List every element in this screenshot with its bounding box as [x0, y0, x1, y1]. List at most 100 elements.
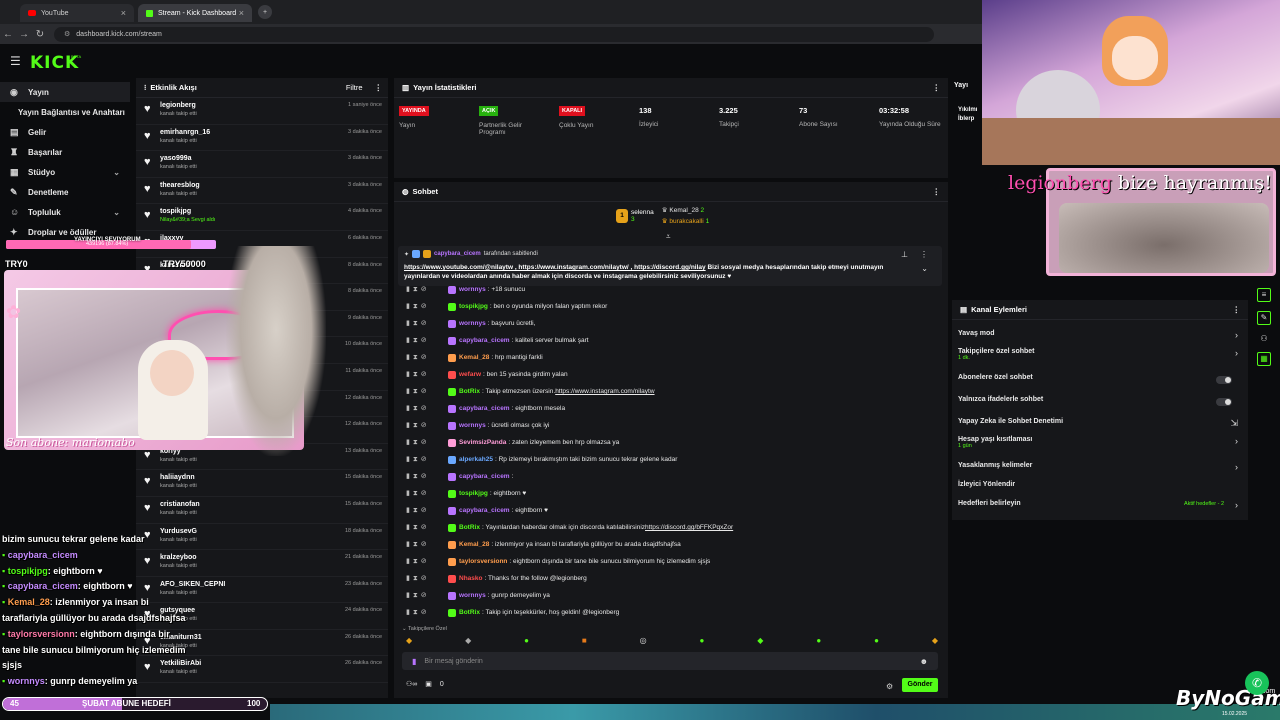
chat-message[interactable]: ▮⧗⊘ BotRix: Takip etmezsen üzersin. https…: [406, 384, 655, 399]
chat-message[interactable]: ▮⧗⊘ wornnys: başvuru ücretli,: [406, 316, 535, 331]
chat-message[interactable]: ▮⧗⊘ wefarw: ben 15 yasinda girdim yalan: [406, 367, 568, 382]
chat-link[interactable]: https://discord.gg/bFFKPqxZor: [645, 524, 733, 531]
pinned-author[interactable]: capybara_cicem: [434, 251, 481, 257]
chat-link[interactable]: https://www.instagram.com/nilaytw: [555, 388, 654, 395]
stats-toggle-icon[interactable]: ≡: [1257, 288, 1271, 302]
chat-username[interactable]: wornnys: [459, 286, 486, 293]
channel-action-item[interactable]: Hesap yaşı kısıtlaması 1 gün: [958, 436, 1032, 449]
emote-icon[interactable]: ◆: [932, 636, 938, 648]
activity-user[interactable]: haliiaydnn: [160, 474, 197, 481]
more-icon[interactable]: ⋮: [375, 83, 383, 92]
chat-bubble-icon[interactable]: ✆: [1245, 671, 1269, 695]
activity-item[interactable]: ♥ cristianofan kanalı takip etti 15 dakika …: [136, 497, 388, 524]
emoji-icon[interactable]: ☻: [920, 657, 928, 666]
channel-action-item[interactable]: Yapay Zeka ile Sohbet Denetimi: [958, 418, 1063, 425]
activity-toggle-icon[interactable]: ▦: [1257, 352, 1271, 366]
chat-username[interactable]: alperkah25: [459, 456, 493, 463]
chat-username[interactable]: wornnys: [459, 422, 486, 429]
activity-user[interactable]: cristianofan: [160, 501, 200, 508]
users-icon[interactable]: ⚇∞: [406, 680, 417, 688]
mod-actions-icon[interactable]: ▮⧗⊘: [406, 302, 448, 311]
chat-username[interactable]: Kemal_28: [459, 541, 489, 548]
channel-action-item[interactable]: Yasaklanmış kelimeler: [958, 462, 1032, 469]
sidebar-item-community[interactable]: ☺ Topluluk ⌄: [0, 202, 130, 222]
sidebar-item-moderation[interactable]: ✎ Denetleme: [0, 182, 130, 202]
emote-icon[interactable]: ●: [524, 636, 529, 648]
activity-user[interactable]: legionberg: [160, 102, 197, 109]
chat-message[interactable]: ▮⧗⊘ Nhasko: Thanks for the follow @legion…: [406, 571, 587, 586]
mod-actions-icon[interactable]: ▮⧗⊘: [406, 370, 448, 379]
toggle-switch[interactable]: [1216, 398, 1232, 406]
activity-user[interactable]: AFO_SIKEN_CEPNI: [160, 581, 225, 588]
activity-item[interactable]: ♥ yaso999a kanalı takip etti 3 dakika önce: [136, 151, 388, 178]
chat-message[interactable]: ▮⧗⊘ capybara_cicem: eightborn ♥: [406, 503, 548, 518]
chat-username[interactable]: wefarw: [459, 371, 481, 378]
menu-icon[interactable]: ☰: [10, 54, 21, 68]
reload-icon[interactable]: ↻: [32, 29, 48, 40]
channel-action-item[interactable]: Abonelere özel sohbet: [958, 374, 1033, 381]
chat-message[interactable]: ▮⧗⊘ tospikjpg: ben o oyunda milyon falan …: [406, 299, 607, 314]
chat-username[interactable]: Nhasko: [459, 575, 482, 582]
emote-icon[interactable]: ◆: [465, 636, 471, 648]
mod-actions-icon[interactable]: ▮⧗⊘: [406, 387, 448, 396]
chat-message[interactable]: ▮⧗⊘ taylorsversionn: eightborn dışında bi…: [406, 554, 710, 569]
back-icon[interactable]: ←: [0, 29, 16, 40]
chat-username[interactable]: wornnys: [459, 592, 486, 599]
sidebar-item-revenue[interactable]: ▤ Gelir: [0, 122, 130, 142]
mod-actions-icon[interactable]: ▮⧗⊘: [406, 404, 448, 413]
emote-icon[interactable]: ◆: [757, 636, 763, 648]
pinned-links[interactable]: https://www.youtube.com/@nilaytw , https…: [404, 264, 706, 271]
chat-username[interactable]: SevimsizPanda: [459, 439, 506, 446]
chat-username[interactable]: taylorsversionn: [459, 558, 507, 565]
new-tab-button[interactable]: +: [258, 5, 272, 19]
sidebar-item-achievements[interactable]: ♜ Başarılar: [0, 142, 130, 162]
more-icon[interactable]: ⋮: [1233, 305, 1241, 314]
chat-message[interactable]: ▮⧗⊘ alperkah25: Rp izlemeyi bırakmıştım t…: [406, 452, 677, 467]
sidebar-item-broadcast[interactable]: ◉ Yayın: [0, 82, 130, 102]
chat-username[interactable]: capybara_cicem: [459, 507, 510, 514]
chat-username[interactable]: BotRix: [459, 388, 480, 395]
channel-action-item[interactable]: Yavaş mod: [958, 330, 995, 337]
more-icon[interactable]: ⋮: [920, 250, 928, 259]
chat-message[interactable]: ▮⧗⊘ tospikjpg: eightborn ♥: [406, 486, 526, 501]
users-toggle-icon[interactable]: ⚇: [1260, 334, 1267, 343]
chat-message[interactable]: ▮⧗⊘ wornnys: +18 sunucu: [406, 282, 525, 297]
chat-username[interactable]: BotRix: [459, 609, 480, 616]
tab-youtube[interactable]: YouTube ×: [20, 4, 134, 22]
channel-action-item[interactable]: İzleyici Yönlendir: [958, 481, 1015, 488]
chat-username[interactable]: wornnys: [459, 320, 486, 327]
chat-message[interactable]: ▮⧗⊘ wornnys: ücretli olması çok iyi: [406, 418, 550, 433]
chat-username[interactable]: capybara_cicem: [459, 405, 510, 412]
top-gifter-2[interactable]: ♛ Kemal_28 2 ♛ burakcakalli 1: [662, 206, 709, 225]
activity-item[interactable]: ♥ emirhanrgn_16 kanalı takip etti 3 dakika …: [136, 125, 388, 152]
chat-message[interactable]: ▮⧗⊘ capybara_cicem:: [406, 469, 513, 484]
activity-item[interactable]: ♥ kralzeyboo kanalı takip etti 21 dakika ön…: [136, 550, 388, 577]
pin-toggle-icon[interactable]: ⊥: [901, 250, 908, 259]
mod-actions-icon[interactable]: ▮⧗⊘: [406, 523, 448, 532]
mod-actions-icon[interactable]: ▮⧗⊘: [406, 506, 448, 515]
mod-actions-icon[interactable]: ▮⧗⊘: [406, 557, 448, 566]
channel-action-item[interactable]: Yalnızca ifadelerle sohbet: [958, 396, 1043, 403]
activity-item[interactable]: ♥ thearesblog kanalı takip etti 3 dakika ön…: [136, 178, 388, 205]
top-gifter-1[interactable]: 1 selenna 3: [616, 206, 654, 225]
emote-icon[interactable]: ◆: [406, 636, 412, 648]
mod-actions-icon[interactable]: ▮⧗⊘: [406, 285, 448, 294]
toggle-switch[interactable]: [1216, 376, 1232, 384]
activity-user[interactable]: thearesblog: [160, 182, 200, 189]
activity-user[interactable]: YurdusevG: [160, 528, 197, 535]
chevron-right-icon[interactable]: ›: [1235, 348, 1238, 358]
chevron-right-icon[interactable]: ›: [1235, 462, 1238, 472]
send-button[interactable]: Gönder: [902, 678, 938, 692]
chat-message[interactable]: ▮⧗⊘ capybara_cicem: kaliteli server bulma…: [406, 333, 589, 348]
mod-actions-icon[interactable]: ▮⧗⊘: [406, 353, 448, 362]
collapse-icon[interactable]: ⩡: [666, 232, 671, 242]
activity-item[interactable]: ♥ legionberg kanalı takip etti 1 saniye önc…: [136, 98, 388, 125]
chat-username[interactable]: tospikjpg: [459, 490, 488, 497]
activity-item[interactable]: ♥ YetkiliBirAbi kanalı takip etti 26 dakika…: [136, 656, 388, 684]
channel-action-item[interactable]: Hedefleri belirleyin: [958, 500, 1021, 507]
external-icon[interactable]: ⇲: [1230, 418, 1238, 429]
activity-item[interactable]: ♥ haliiaydnn kanalı takip etti 15 dakika ön…: [136, 470, 388, 497]
channel-action-item[interactable]: Takipçilere özel sohbet 1 dk.: [958, 348, 1035, 361]
wrench-toggle-icon[interactable]: ✎: [1257, 311, 1271, 325]
tab-kick-dashboard[interactable]: Stream - Kick Dashboard ×: [138, 4, 252, 22]
